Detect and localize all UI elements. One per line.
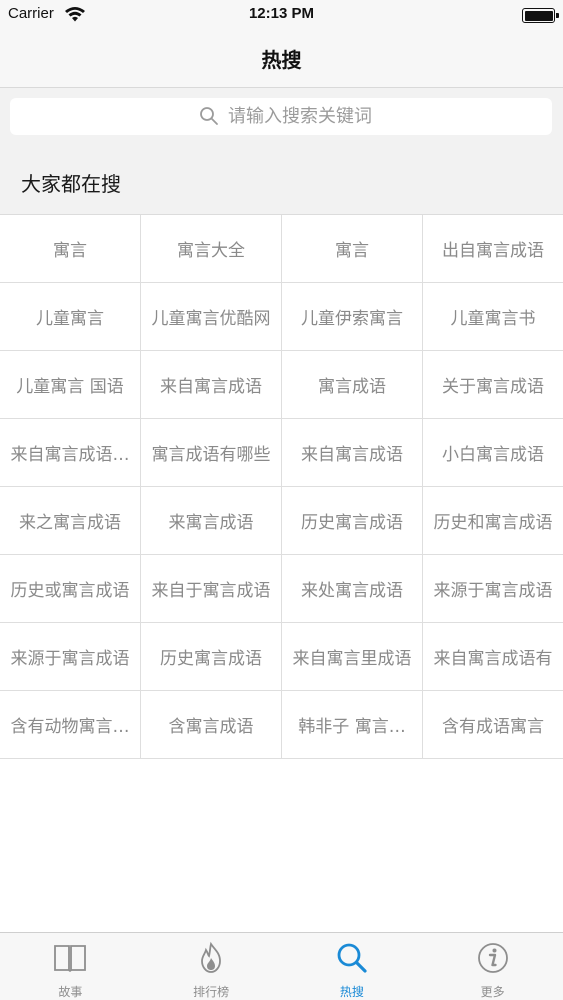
hot-term-cell[interactable]: 历史寓言成语 <box>141 623 282 691</box>
hot-term-cell[interactable]: 来自于寓言成语 <box>141 555 282 623</box>
tab-label: 热搜 <box>339 985 364 999</box>
hot-term-cell[interactable]: 来之寓言成语 <box>0 487 141 555</box>
tab-more[interactable]: 更多 <box>422 933 563 1000</box>
section-header: 大家都在搜 <box>0 148 563 215</box>
hot-term-label: 小白寓言成语 <box>442 445 544 465</box>
hot-term-label: 寓言 <box>335 241 369 261</box>
hot-term-cell[interactable]: 来自寓言成语 <box>282 419 423 487</box>
hot-term-label: 来自寓言成语… <box>10 445 130 465</box>
hot-term-cell[interactable]: 历史或寓言成语 <box>0 555 141 623</box>
search-input[interactable] <box>228 102 528 130</box>
hot-term-cell[interactable]: 来处寓言成语 <box>282 555 423 623</box>
hot-term-cell[interactable]: 小白寓言成语 <box>423 419 563 487</box>
hot-term-cell[interactable]: 儿童寓言书 <box>423 283 563 351</box>
hot-term-cell[interactable]: 儿童寓言 <box>0 283 141 351</box>
hot-term-label: 来寓言成语 <box>168 513 254 533</box>
tab-label: 故事 <box>58 985 83 999</box>
hot-term-label: 儿童寓言 <box>36 309 104 329</box>
section-title: 大家都在搜 <box>21 172 121 196</box>
tab-ranking[interactable]: 排行榜 <box>141 933 282 1000</box>
hot-term-cell[interactable]: 来自寓言成语 <box>141 351 282 419</box>
navigation-bar: 热搜 <box>0 30 563 88</box>
hot-term-cell[interactable]: 来自寓言成语… <box>0 419 141 487</box>
hot-term-label: 寓言成语 <box>318 377 386 397</box>
hot-term-label: 含有动物寓言… <box>10 717 130 737</box>
hot-term-cell[interactable]: 来源于寓言成语 <box>0 623 141 691</box>
hot-term-label: 历史和寓言成语 <box>433 513 553 533</box>
hot-term-cell[interactable]: 出自寓言成语 <box>423 215 563 283</box>
hot-term-label: 关于寓言成语 <box>442 377 544 397</box>
info-icon <box>477 943 508 973</box>
hot-term-cell[interactable]: 韩非子 寓言… <box>282 691 423 759</box>
tab-stories[interactable]: 故事 <box>0 933 141 1000</box>
search-icon <box>337 943 367 973</box>
hot-term-label: 寓言 <box>53 241 87 261</box>
hot-term-label: 儿童寓言书 <box>450 309 536 329</box>
hot-term-cell[interactable]: 寓言成语有哪些 <box>141 419 282 487</box>
hot-term-label: 历史或寓言成语 <box>10 581 130 601</box>
hot-term-label: 来处寓言成语 <box>301 581 403 601</box>
search-icon <box>200 107 218 125</box>
hot-term-cell[interactable]: 历史寓言成语 <box>282 487 423 555</box>
hot-term-cell[interactable]: 含寓言成语 <box>141 691 282 759</box>
hot-term-label: 来自寓言成语 <box>301 445 403 465</box>
hot-term-label: 儿童寓言优酷网 <box>151 309 271 329</box>
hot-term-label: 韩非子 寓言… <box>298 717 406 737</box>
hot-term-cell[interactable]: 来自寓言里成语 <box>282 623 423 691</box>
hot-term-cell[interactable]: 含有成语寓言 <box>423 691 563 759</box>
status-time: 12:13 PM <box>248 5 315 22</box>
hot-term-label: 含有成语寓言 <box>442 717 544 737</box>
hot-term-label: 来源于寓言成语 <box>433 581 553 601</box>
hot-term-label: 来自于寓言成语 <box>151 581 271 601</box>
hot-term-label: 儿童寓言 国语 <box>16 377 124 397</box>
hot-term-cell[interactable]: 来源于寓言成语 <box>423 555 563 623</box>
flame-icon <box>201 941 222 973</box>
hot-term-label: 寓言成语有哪些 <box>151 445 271 465</box>
hot-term-label: 儿童伊索寓言 <box>301 309 403 329</box>
hot-term-cell[interactable]: 寓言 <box>0 215 141 283</box>
tab-label: 更多 <box>480 985 505 999</box>
hot-term-label: 来自寓言成语 <box>160 377 262 397</box>
book-icon <box>54 945 87 972</box>
page-title: 热搜 <box>261 48 302 72</box>
hot-term-cell[interactable]: 历史和寓言成语 <box>423 487 563 555</box>
hot-term-cell[interactable]: 来自寓言成语有 <box>423 623 563 691</box>
battery-icon <box>522 8 559 23</box>
tab-bar: 故事 排行榜 热搜 更多 <box>0 932 563 1000</box>
tab-hot-search[interactable]: 热搜 <box>282 933 423 1000</box>
search-area <box>0 88 563 148</box>
search-box[interactable] <box>10 98 552 135</box>
hot-term-cell[interactable]: 寓言大全 <box>141 215 282 283</box>
hot-term-label: 历史寓言成语 <box>160 649 262 669</box>
hot-term-cell[interactable]: 儿童伊索寓言 <box>282 283 423 351</box>
hot-term-label: 来自寓言里成语 <box>292 649 412 669</box>
hot-term-cell[interactable]: 儿童寓言 国语 <box>0 351 141 419</box>
hot-term-cell[interactable]: 关于寓言成语 <box>423 351 563 419</box>
hot-term-label: 出自寓言成语 <box>442 241 544 261</box>
hot-term-label: 来自寓言成语有 <box>433 649 553 669</box>
hot-term-cell[interactable]: 寓言 <box>282 215 423 283</box>
status-bar: Carrier 12:13 PM <box>0 0 563 30</box>
hot-term-label: 含寓言成语 <box>168 717 254 737</box>
tab-label: 排行榜 <box>193 985 230 999</box>
hot-term-label: 历史寓言成语 <box>301 513 403 533</box>
hot-term-cell[interactable]: 来寓言成语 <box>141 487 282 555</box>
hot-term-label: 来之寓言成语 <box>19 513 121 533</box>
hot-term-cell[interactable]: 寓言成语 <box>282 351 423 419</box>
hot-term-label: 来源于寓言成语 <box>10 649 130 669</box>
hot-term-label: 寓言大全 <box>177 241 245 261</box>
hot-search-grid: 寓言 寓言大全 寓言 出自寓言成语儿童寓言 儿童寓言优酷网 儿童伊索寓言 儿童寓言书儿童寓言… <box>0 215 563 759</box>
hot-term-cell[interactable]: 含有动物寓言… <box>0 691 141 759</box>
hot-term-cell[interactable]: 儿童寓言优酷网 <box>141 283 282 351</box>
